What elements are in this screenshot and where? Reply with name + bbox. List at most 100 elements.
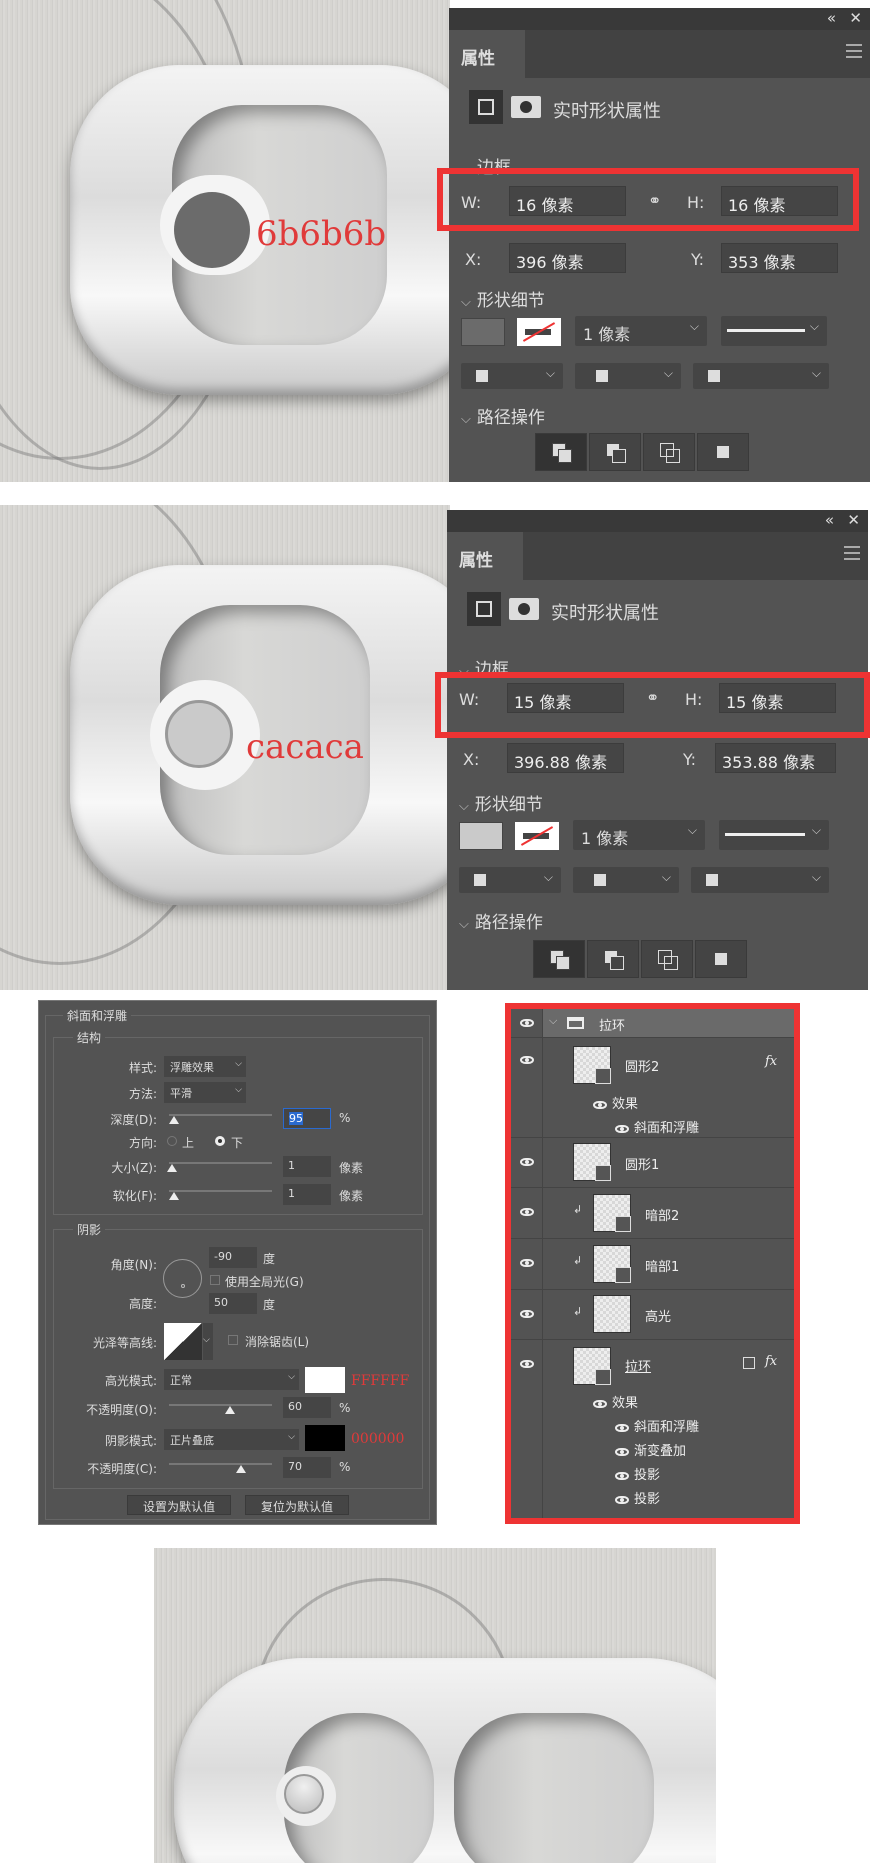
angle-input[interactable]: -90	[209, 1247, 257, 1268]
panel-menu-icon[interactable]	[844, 546, 860, 560]
shape-details-section[interactable]: 形状细节	[461, 286, 545, 311]
highlight-opacity-slider[interactable]	[169, 1404, 272, 1414]
stroke-width-select[interactable]: 1 像素 ⌵	[575, 316, 707, 346]
layer-row[interactable]: 圆形2 fx 效果 斜面和浮雕	[511, 1038, 794, 1138]
effects-item[interactable]: 效果	[593, 1392, 638, 1411]
y-input[interactable]: 353.88 像素	[715, 743, 836, 773]
layer-row[interactable]: ↲ 暗部1	[511, 1239, 794, 1290]
effect-gradient-overlay[interactable]: 渐变叠加	[615, 1440, 686, 1459]
shape-details-section[interactable]: 形状细节	[459, 790, 543, 815]
live-shape-label: 实时形状属性	[553, 101, 661, 122]
technique-select[interactable]: 平滑 ⌵	[164, 1082, 246, 1103]
effects-item[interactable]: 效果	[593, 1093, 638, 1112]
canvas-preview-1: 6b6b6b	[0, 0, 450, 482]
layer-row[interactable]: 圆形1	[511, 1138, 794, 1188]
close-icon[interactable]: ✕	[847, 511, 860, 529]
stroke-type-select[interactable]: ⌵	[721, 316, 827, 346]
combine-shapes-button[interactable]	[535, 433, 587, 471]
x-input[interactable]: 396 像素	[509, 243, 626, 273]
direction-up-radio[interactable]	[167, 1136, 177, 1146]
style-label: 样式:	[128, 1061, 157, 1075]
layer-row[interactable]: ↲ 暗部2	[511, 1188, 794, 1239]
anti-alias-checkbox[interactable]	[228, 1335, 238, 1345]
stroke-align-select[interactable]: ⌵	[459, 867, 561, 893]
effect-bevel[interactable]: 斜面和浮雕	[615, 1117, 699, 1136]
angle-dial[interactable]	[163, 1259, 202, 1298]
direction-down-radio[interactable]	[215, 1136, 225, 1146]
shadow-color-swatch[interactable]	[305, 1425, 345, 1451]
exclude-shape-button[interactable]	[697, 433, 749, 471]
visibility-eye-icon[interactable]	[520, 1259, 534, 1267]
soften-input[interactable]: 1	[283, 1184, 331, 1205]
visibility-eye-icon[interactable]	[520, 1360, 534, 1368]
highlight-color-swatch[interactable]	[305, 1367, 345, 1393]
style-select[interactable]: 浮雕效果 ⌵	[164, 1056, 246, 1077]
intersect-shape-button[interactable]	[643, 433, 695, 471]
stroke-swatch[interactable]	[515, 822, 559, 850]
stroke-join-select[interactable]: ⌵	[691, 867, 829, 893]
x-input[interactable]: 396.88 像素	[507, 743, 624, 773]
size-unit: 像素	[339, 1161, 364, 1175]
highlight-mode-select[interactable]: 正常 ⌵	[164, 1369, 299, 1390]
global-light-checkbox[interactable]	[210, 1275, 220, 1285]
layer-row[interactable]: ↲ 高光	[511, 1290, 794, 1340]
fill-swatch[interactable]	[461, 318, 505, 346]
layer-thumbnail	[573, 1046, 611, 1084]
gloss-contour-preview[interactable]	[164, 1323, 202, 1360]
panel-menu-icon[interactable]	[846, 44, 862, 58]
reset-default-button[interactable]: 复位为默认值	[245, 1495, 349, 1515]
stroke-join-select[interactable]: ⌵	[693, 363, 829, 389]
effect-drop-shadow[interactable]: 投影	[615, 1488, 660, 1507]
highlight-opacity-input[interactable]: 60	[283, 1397, 331, 1418]
y-input[interactable]: 353 像素	[721, 243, 838, 273]
mask-icon[interactable]	[509, 598, 539, 620]
collapse-icon[interactable]: «	[825, 511, 834, 529]
stroke-type-select[interactable]: ⌵	[719, 820, 829, 850]
depth-slider[interactable]	[169, 1114, 272, 1124]
make-default-button[interactable]: 设置为默认值	[127, 1495, 231, 1515]
visibility-eye-icon[interactable]	[520, 1208, 534, 1216]
subtract-shape-button[interactable]	[587, 940, 639, 978]
close-icon[interactable]: ✕	[849, 9, 862, 27]
size-slider[interactable]	[167, 1162, 272, 1172]
gloss-contour-label: 光泽等高线:	[92, 1336, 157, 1350]
fx-icon[interactable]: fx	[765, 1354, 777, 1369]
structure-title: 结构	[73, 1029, 106, 1046]
soften-slider[interactable]	[169, 1190, 272, 1200]
shape-props-icon[interactable]	[469, 90, 503, 124]
combine-shapes-button[interactable]	[533, 940, 585, 978]
stroke-width-select[interactable]: 1 像素 ⌵	[573, 820, 705, 850]
intersect-shape-button[interactable]	[641, 940, 693, 978]
visibility-eye-icon[interactable]	[520, 1158, 534, 1166]
size-input[interactable]: 1	[283, 1156, 331, 1177]
fill-swatch[interactable]	[459, 822, 503, 850]
depth-input[interactable]: 95	[283, 1108, 331, 1129]
fx-icon[interactable]: fx	[765, 1054, 777, 1069]
path-ops-section[interactable]: 路径操作	[461, 403, 545, 428]
stroke-cap-select[interactable]: ⌵	[573, 867, 679, 893]
shape-props-icon[interactable]	[467, 592, 501, 626]
altitude-input[interactable]: 50	[209, 1293, 257, 1314]
layer-row[interactable]: 拉环 fx 效果 斜面和浮雕 渐变叠加 投影 投影	[511, 1340, 794, 1518]
tab-properties[interactable]: 属性	[449, 30, 525, 78]
layer-group-row[interactable]: ⌵ 拉环	[511, 1009, 794, 1038]
mask-icon[interactable]	[511, 96, 541, 118]
subtract-shape-button[interactable]	[589, 433, 641, 471]
tab-properties[interactable]: 属性	[447, 532, 523, 580]
stroke-align-select[interactable]: ⌵	[461, 363, 563, 389]
path-ops-section[interactable]: 路径操作	[459, 908, 543, 933]
shadow-mode-select[interactable]: 正片叠底 ⌵	[164, 1429, 299, 1450]
visibility-eye-icon[interactable]	[520, 1019, 534, 1027]
gloss-contour-dropdown[interactable]: ⌵	[203, 1323, 213, 1360]
exclude-shape-button[interactable]	[695, 940, 747, 978]
effect-bevel[interactable]: 斜面和浮雕	[615, 1416, 699, 1435]
shadow-opacity-input[interactable]: 70	[283, 1457, 331, 1478]
collapse-icon[interactable]: «	[827, 9, 836, 27]
visibility-eye-icon[interactable]	[520, 1310, 534, 1318]
stroke-cap-select[interactable]: ⌵	[575, 363, 681, 389]
stroke-swatch[interactable]	[517, 318, 561, 346]
effect-drop-shadow[interactable]: 投影	[615, 1464, 660, 1483]
visibility-eye-icon[interactable]	[520, 1056, 534, 1064]
expand-chevron-icon[interactable]: ⌵	[549, 1014, 557, 1028]
shadow-opacity-slider[interactable]	[169, 1463, 272, 1473]
